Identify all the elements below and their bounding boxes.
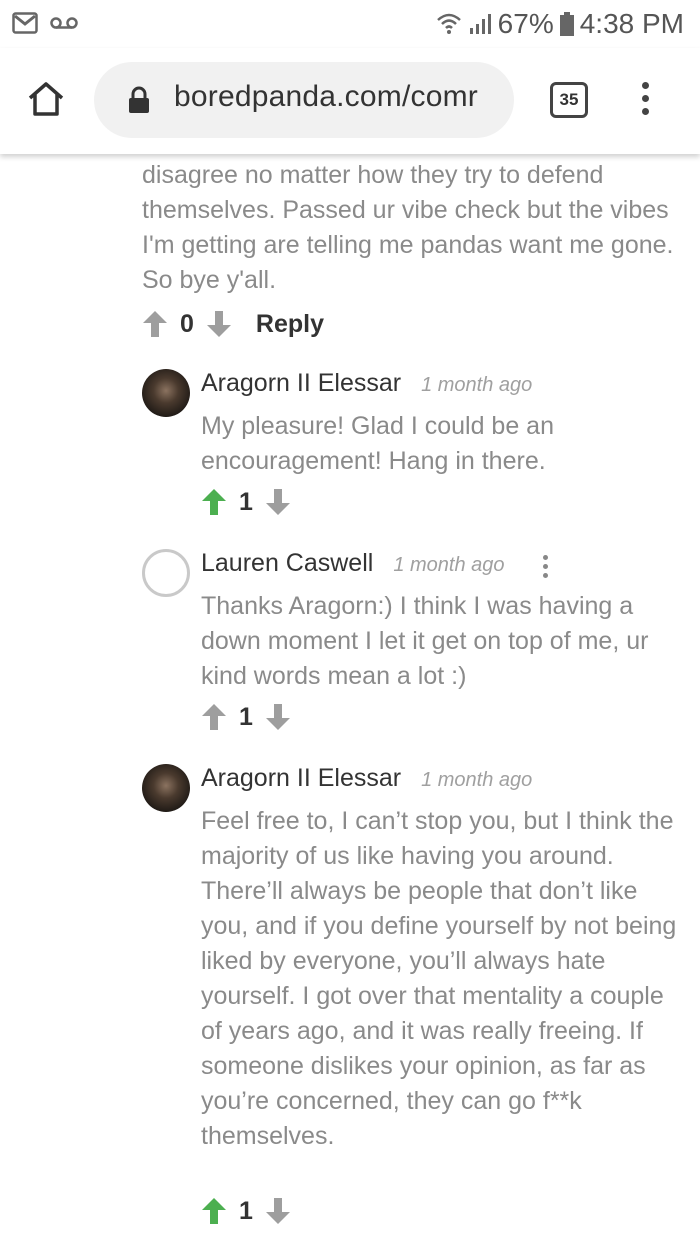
avatar[interactable] — [142, 369, 190, 417]
reply-button[interactable]: Reply — [256, 310, 324, 339]
comment-options-icon[interactable] — [543, 555, 549, 582]
home-icon[interactable] — [26, 80, 66, 118]
timestamp: 1 month ago — [393, 554, 505, 576]
voicemail-icon — [50, 17, 78, 29]
downvote-icon[interactable] — [265, 488, 291, 516]
upvote-icon[interactable] — [142, 310, 168, 338]
signal-icon — [469, 14, 491, 34]
vote-count: 1 — [239, 702, 253, 731]
more-menu-icon[interactable] — [640, 82, 650, 122]
tab-switcher-button[interactable]: 35 — [550, 82, 588, 118]
clock: 4:38 PM — [579, 8, 684, 39]
author-name[interactable]: Aragorn II Elessar — [201, 369, 401, 398]
downvote-icon[interactable] — [265, 703, 291, 731]
timestamp: 1 month ago — [421, 769, 533, 791]
upvote-icon[interactable] — [201, 1197, 227, 1225]
upvote-icon[interactable] — [201, 488, 227, 516]
lock-icon — [129, 86, 149, 113]
vote-count: 1 — [239, 487, 253, 516]
author-name[interactable]: Aragorn II Elessar — [201, 764, 401, 793]
wifi-icon — [436, 13, 461, 34]
status-bar: 67% 4:38 PM — [0, 0, 700, 48]
comment-actions: 1 — [201, 1191, 291, 1231]
upvote-icon[interactable] — [201, 703, 227, 731]
comments-section: disagree no matter how they try to defen… — [0, 154, 700, 1244]
url-text: boredpanda.com/comr — [174, 80, 478, 113]
gmail-icon — [12, 12, 38, 34]
comment-text: Thanks Aragorn:) I think I was having a … — [201, 592, 649, 690]
browser-toolbar: boredpanda.com/comr 35 — [0, 48, 700, 154]
vote-count: 1 — [239, 1196, 253, 1225]
comment-text: Feel free to, I can’t stop you, but I th… — [201, 807, 677, 1150]
comment-text: My pleasure! Glad I could be an encourag… — [201, 412, 554, 475]
comment-actions: 1 — [201, 697, 291, 737]
downvote-icon[interactable] — [265, 1197, 291, 1225]
tab-count: 35 — [559, 90, 579, 109]
downvote-icon[interactable] — [206, 310, 232, 338]
address-bar[interactable]: boredpanda.com/comr — [94, 62, 514, 138]
avatar[interactable] — [142, 549, 190, 597]
comment-text: disagree no matter how they try to defen… — [142, 161, 674, 294]
comment-actions: 1 — [201, 482, 291, 522]
author-name[interactable]: Lauren Caswell — [201, 549, 373, 578]
vote-count: 0 — [180, 309, 194, 338]
avatar[interactable] — [142, 764, 190, 812]
comment-actions: 0 Reply — [142, 304, 324, 344]
battery-percent: 67% — [497, 8, 554, 39]
battery-icon — [559, 12, 574, 36]
timestamp: 1 month ago — [421, 374, 533, 396]
